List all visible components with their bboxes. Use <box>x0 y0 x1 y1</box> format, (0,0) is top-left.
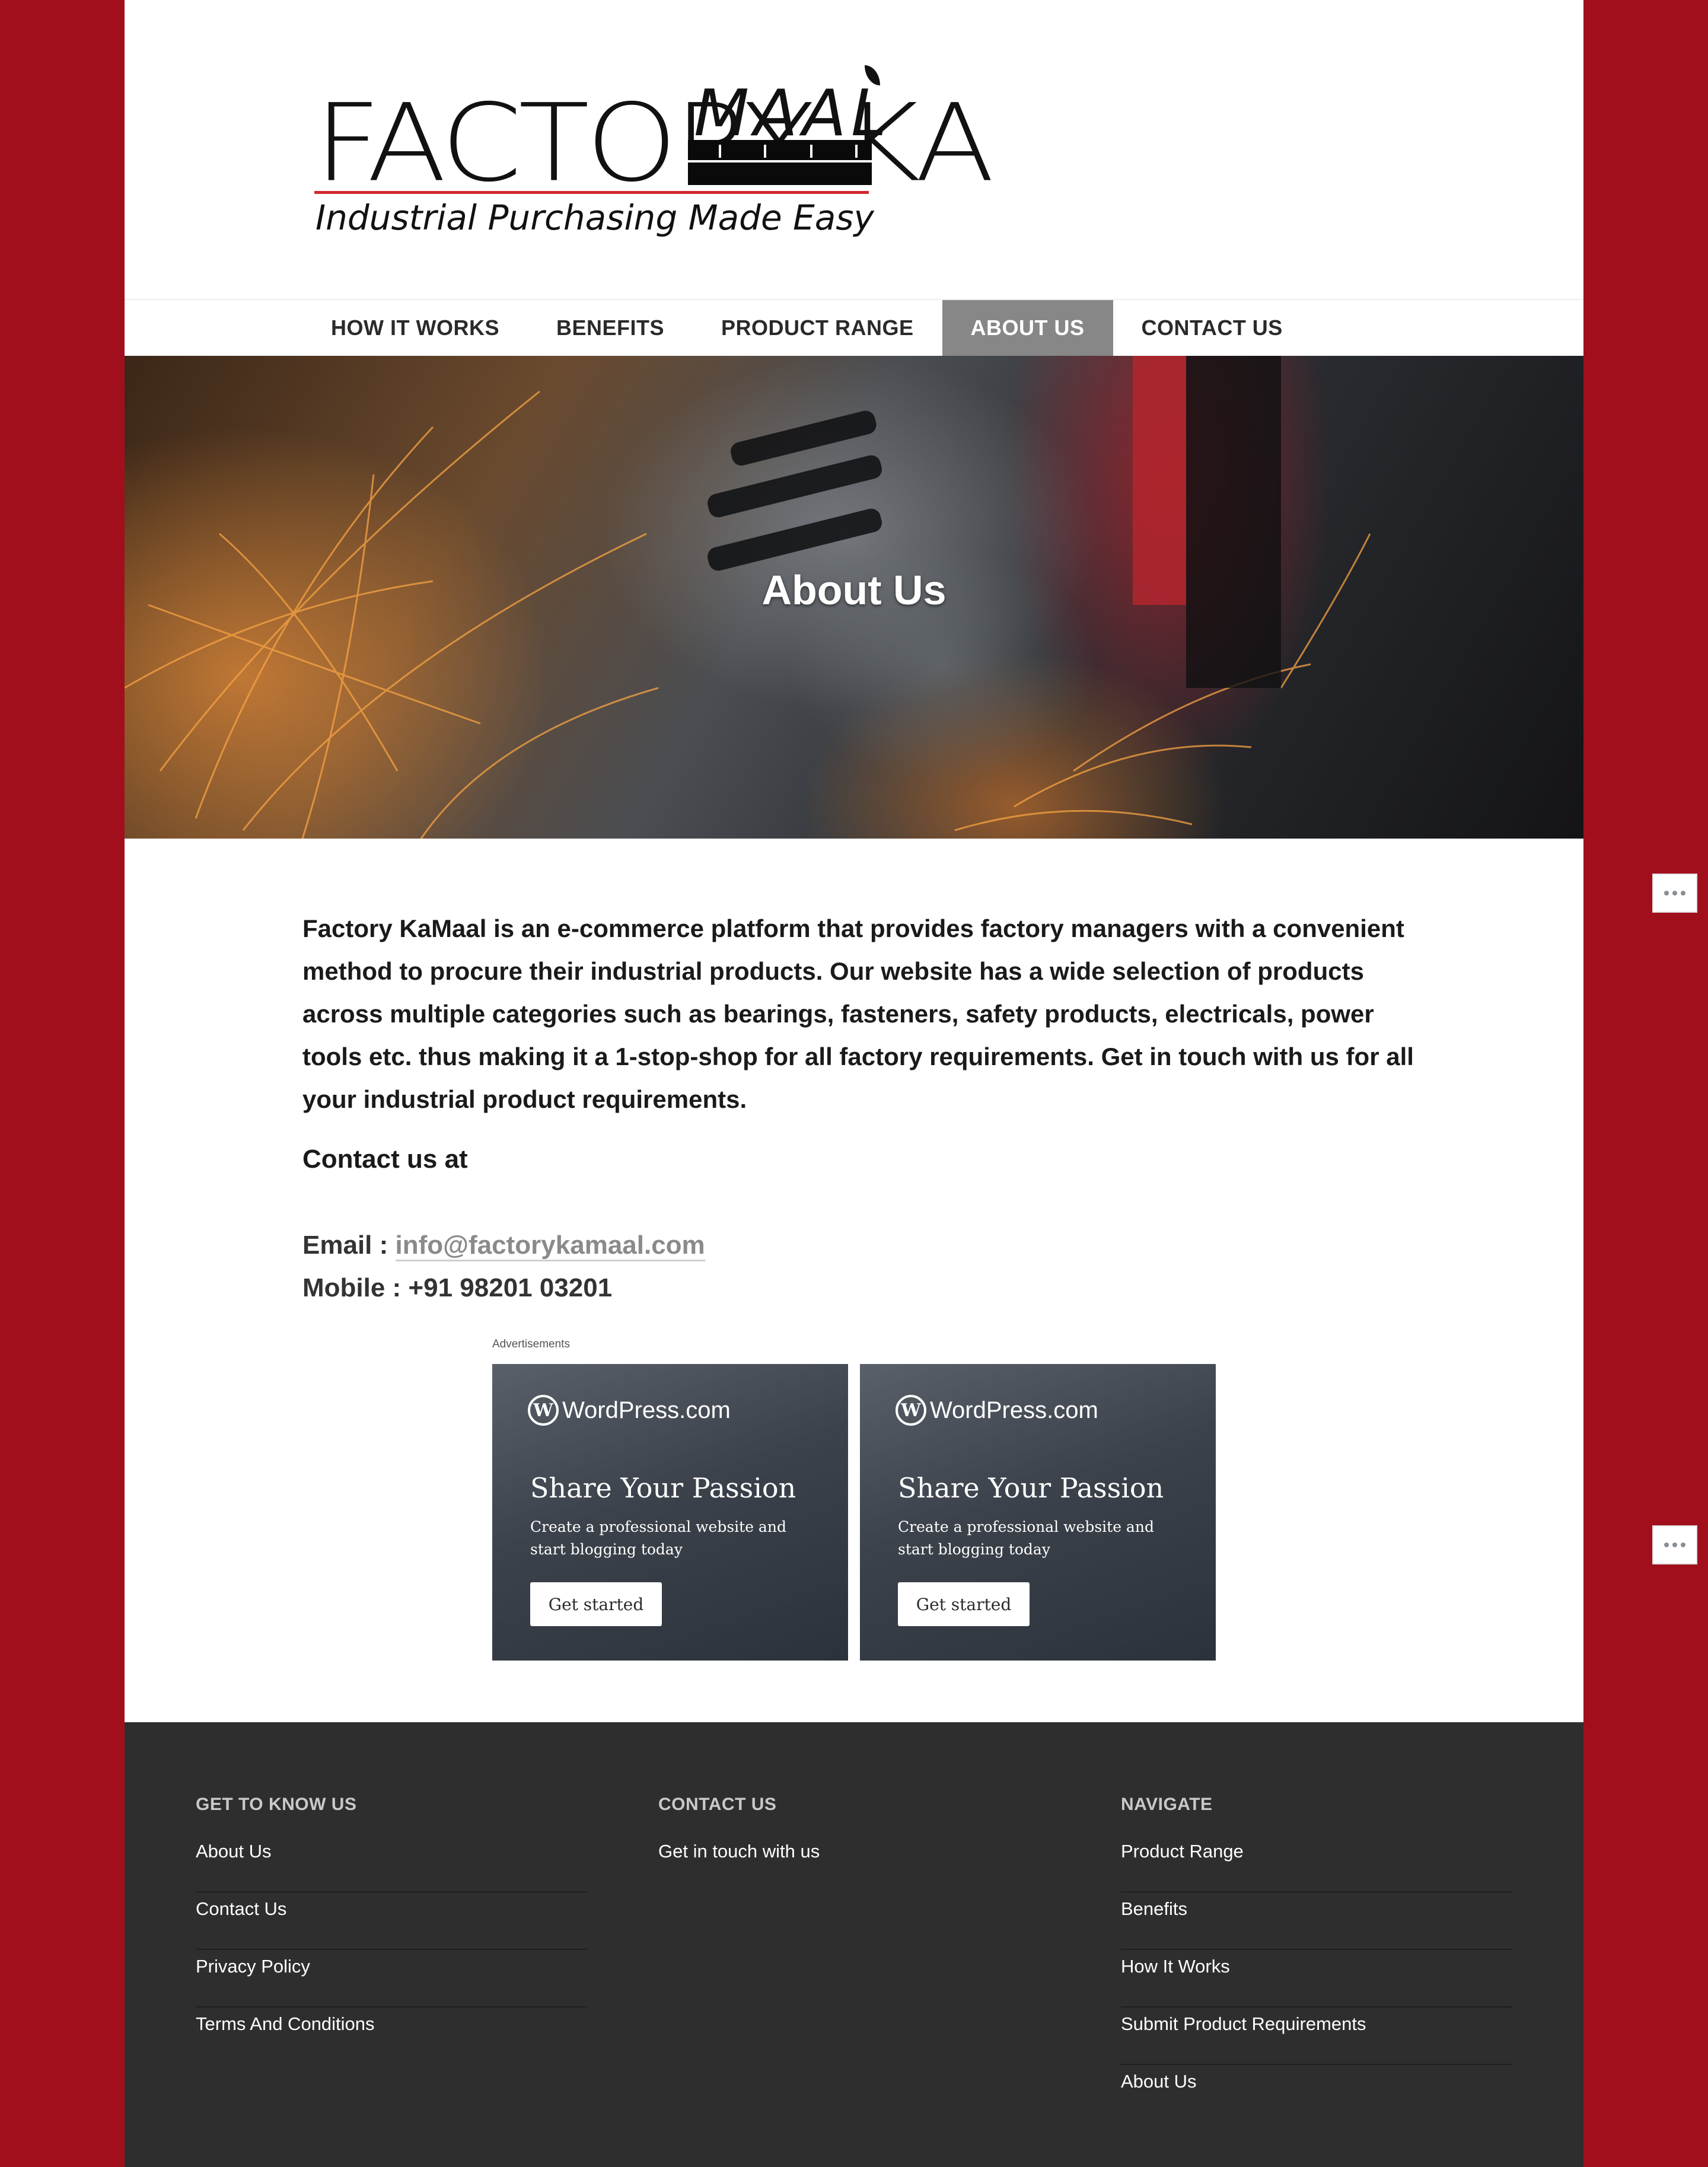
site-footer: GET TO KNOW US About Us Contact Us Priva… <box>125 1722 1583 2167</box>
get-started-button[interactable]: Get started <box>530 1582 662 1626</box>
nav-item-how-it-works[interactable]: HOW IT WORKS <box>302 300 528 356</box>
footer-link-get-in-touch[interactable]: Get in touch with us <box>658 1835 1050 1892</box>
footer-heading: GET TO KNOW US <box>196 1795 357 1814</box>
nav-item-contact-us[interactable]: CONTACT US <box>1113 300 1311 356</box>
email-line: Email : info@factorykamaal.com <box>302 1231 705 1261</box>
logo-underline <box>314 191 869 194</box>
nav-item-benefits[interactable]: BENEFITS <box>528 300 693 356</box>
ad-card[interactable]: W WordPress.com Share Your Passion Creat… <box>860 1364 1216 1661</box>
email-label: Email : <box>302 1231 396 1260</box>
ad-headline: Share Your Passion <box>898 1472 1164 1504</box>
footer-link-terms[interactable]: Terms And Conditions <box>196 2007 587 2065</box>
footer-link-privacy-policy[interactable]: Privacy Policy <box>196 1950 587 2007</box>
footer-link-product-range[interactable]: Product Range <box>1121 1835 1512 1892</box>
mobile-line: Mobile : +91 98201 03201 <box>302 1273 613 1302</box>
more-horizontal-icon[interactable] <box>1652 874 1697 913</box>
footer-link-benefits[interactable]: Benefits <box>1121 1892 1512 1950</box>
footer-link-how-it-works[interactable]: How It Works <box>1121 1950 1512 2007</box>
ad-brand: WordPress.com <box>930 1397 1098 1423</box>
contact-heading: Contact us at <box>302 1145 468 1174</box>
logo-wordmark-maal: MAAL <box>694 77 892 151</box>
wordpress-icon: W <box>528 1395 559 1426</box>
email-link[interactable]: info@factorykamaal.com <box>395 1231 705 1261</box>
wordpress-icon: W <box>896 1395 926 1426</box>
more-horizontal-icon[interactable] <box>1652 1525 1697 1564</box>
footer-column-contact-us: CONTACT US Get in touch with us <box>658 1795 1050 1892</box>
intro-paragraph: Factory KaMaal is an e-commerce platform… <box>302 914 1414 1113</box>
ad-subtext: Create a professional website and start … <box>530 1518 786 1558</box>
ad-subtext: Create a professional website and start … <box>898 1518 1154 1558</box>
footer-column-get-to-know-us: GET TO KNOW US About Us Contact Us Priva… <box>196 1795 587 2065</box>
hero-banner: About Us <box>125 356 1583 839</box>
page-title: About Us <box>761 567 947 613</box>
get-started-button[interactable]: Get started <box>898 1582 1030 1626</box>
footer-link-contact-us[interactable]: Contact Us <box>196 1892 587 1950</box>
ad-brand: WordPress.com <box>562 1397 731 1423</box>
main-navigation: HOW IT WORKS BENEFITS PRODUCT RANGE ABOU… <box>125 299 1583 357</box>
nav-item-about-us[interactable]: ABOUT US <box>942 300 1113 356</box>
page-content: Factory KaMaal is an e-commerce platform… <box>302 907 1417 1302</box>
footer-column-navigate: NAVIGATE Product Range Benefits How It W… <box>1121 1795 1512 2123</box>
site-tagline: Industrial Purchasing Made Easy <box>316 197 874 238</box>
ads-label: Advertisements <box>492 1338 570 1350</box>
footer-heading: CONTACT US <box>658 1795 777 1814</box>
footer-link-about-us-nav[interactable]: About Us <box>1121 2065 1512 2123</box>
logo-factory-building <box>688 140 872 185</box>
footer-link-submit-requirements[interactable]: Submit Product Requirements <box>1121 2007 1512 2065</box>
footer-link-about-us[interactable]: About Us <box>196 1835 587 1892</box>
footer-heading: NAVIGATE <box>1121 1795 1213 1814</box>
page: FACTORY KA MAAL Industrial Purchasing Ma… <box>125 0 1583 2167</box>
ad-card[interactable]: W WordPress.com Share Your Passion Creat… <box>492 1364 848 1661</box>
nav-item-product-range[interactable]: PRODUCT RANGE <box>693 300 942 356</box>
ad-headline: Share Your Passion <box>530 1472 796 1504</box>
site-logo[interactable]: FACTORY KA MAAL Industrial Purchasing Ma… <box>314 65 1008 243</box>
